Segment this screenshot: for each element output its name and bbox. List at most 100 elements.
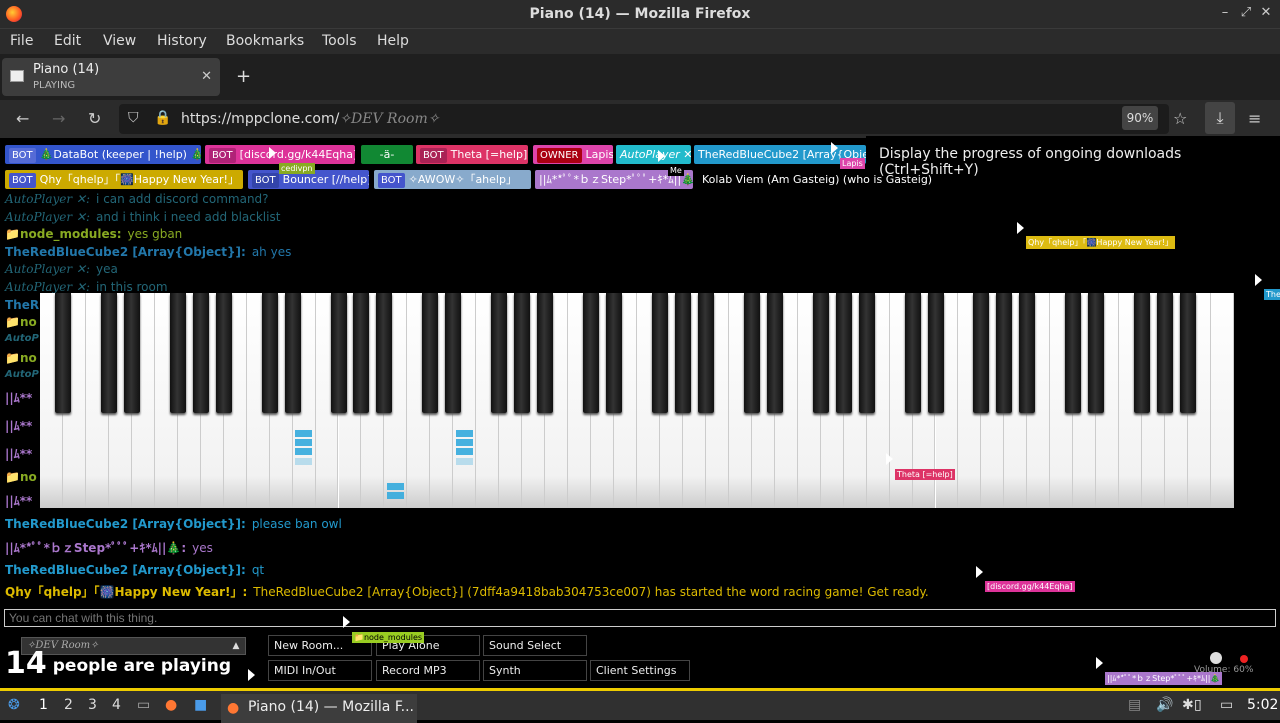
piano-keyboard[interactable] bbox=[40, 293, 1234, 508]
piano-black-key[interactable] bbox=[261, 293, 278, 413]
piano-black-key[interactable] bbox=[766, 293, 783, 413]
piano-black-key[interactable] bbox=[651, 293, 668, 413]
piano-black-key[interactable] bbox=[514, 293, 531, 413]
piano-black-key[interactable] bbox=[583, 293, 600, 413]
chat-message: AutoPlayer ✕: i can add discord command? bbox=[5, 192, 269, 206]
piano-black-key[interactable] bbox=[123, 293, 140, 413]
menu-tools[interactable]: Tools bbox=[322, 33, 357, 49]
forward-button[interactable]: → bbox=[52, 109, 65, 128]
terminal-icon[interactable]: ■ bbox=[194, 697, 207, 713]
menu-file[interactable]: File bbox=[10, 33, 33, 49]
piano-black-key[interactable] bbox=[606, 293, 623, 413]
user-badge[interactable]: BOT Theta [=help] bbox=[416, 145, 528, 164]
bookmark-star-icon[interactable]: ☆ bbox=[1173, 109, 1187, 128]
synth-button[interactable]: Synth bbox=[483, 660, 587, 681]
piano-black-key[interactable] bbox=[215, 293, 232, 413]
clipboard-icon[interactable]: ▤ bbox=[1128, 697, 1141, 713]
piano-black-key[interactable] bbox=[1088, 293, 1105, 413]
shield-icon[interactable]: ⛉ bbox=[128, 110, 139, 126]
notes-icon[interactable]: ▯ bbox=[1194, 697, 1202, 713]
piano-white-key[interactable] bbox=[1211, 293, 1234, 508]
start-menu-icon[interactable]: ❂ bbox=[8, 697, 20, 713]
new-tab-button[interactable]: + bbox=[236, 66, 251, 87]
workspace-2[interactable]: 2 bbox=[64, 697, 73, 713]
menu-help[interactable]: Help bbox=[377, 33, 409, 49]
user-badge[interactable]: BOT ✧AWOW✧「ahelp」 bbox=[374, 170, 531, 189]
chat-message: AutoPlayer ✕: and i think i need add blac… bbox=[5, 209, 281, 224]
firefox-launcher-icon[interactable]: ● bbox=[165, 697, 177, 713]
user-badge[interactable]: BOT [discord.gg/k44Eqha] bbox=[205, 145, 355, 164]
file-manager-icon[interactable]: ▭ bbox=[137, 697, 150, 713]
minimize-button[interactable]: – bbox=[1217, 5, 1233, 23]
record-mp3-button[interactable]: Record MP3 bbox=[376, 660, 480, 681]
close-window-button[interactable]: ✕ bbox=[1258, 5, 1274, 23]
tab-close-icon[interactable]: ✕ bbox=[201, 69, 212, 84]
piano-black-key[interactable] bbox=[904, 293, 921, 413]
taskbar-window-firefox[interactable]: ● Piano (14) — Mozilla F... bbox=[221, 694, 417, 723]
reload-button[interactable]: ↻ bbox=[88, 109, 101, 128]
cursor-icon bbox=[658, 150, 665, 162]
piano-black-key[interactable] bbox=[1134, 293, 1151, 413]
user-badge[interactable]: BOT Qhy「qhelp」「🎆Happy New Year!」 bbox=[5, 170, 243, 189]
record-indicator-icon bbox=[1240, 655, 1248, 663]
maximize-button[interactable]: ⤢ bbox=[1238, 5, 1254, 23]
user-badge[interactable]: -ä- bbox=[361, 145, 413, 164]
cursor-icon bbox=[831, 142, 838, 154]
piano-black-key[interactable] bbox=[674, 293, 691, 413]
cursor-icon bbox=[1096, 657, 1103, 669]
display-icon[interactable]: ▭ bbox=[1220, 697, 1233, 713]
volume-icon[interactable]: 🔊 bbox=[1156, 697, 1173, 713]
piano-black-key[interactable] bbox=[54, 293, 71, 413]
piano-black-key[interactable] bbox=[100, 293, 117, 413]
zoom-level[interactable]: 90% bbox=[1122, 106, 1158, 130]
piano-black-key[interactable] bbox=[192, 293, 209, 413]
midi-button[interactable]: MIDI In/Out bbox=[268, 660, 372, 681]
piano-black-key[interactable] bbox=[996, 293, 1013, 413]
piano-black-key[interactable] bbox=[743, 293, 760, 413]
url-bar[interactable]: ⛉ 🔒 https://mppclone.com/✧DEV Room✧ bbox=[119, 104, 1169, 134]
piano-black-key[interactable] bbox=[284, 293, 301, 413]
piano-black-key[interactable] bbox=[1157, 293, 1174, 413]
cursor-icon bbox=[1255, 274, 1262, 286]
lock-icon[interactable]: 🔒 bbox=[154, 110, 171, 126]
bluetooth-icon[interactable]: ✱ bbox=[1182, 697, 1194, 713]
taskbar: ❂ 1 2 3 4 ▭ ● ■ ● Piano (14) — Mozilla F… bbox=[0, 688, 1280, 723]
menu-history[interactable]: History bbox=[157, 33, 207, 49]
user-badge[interactable]: OWNER Lapis bbox=[533, 145, 613, 164]
note-highlight bbox=[456, 439, 473, 446]
piano-black-key[interactable] bbox=[537, 293, 554, 413]
piano-black-key[interactable] bbox=[330, 293, 347, 413]
piano-black-key[interactable] bbox=[1065, 293, 1082, 413]
piano-black-key[interactable] bbox=[1180, 293, 1197, 413]
piano-black-key[interactable] bbox=[491, 293, 508, 413]
piano-black-key[interactable] bbox=[835, 293, 852, 413]
piano-black-key[interactable] bbox=[812, 293, 829, 413]
app-menu-button[interactable]: ≡ bbox=[1248, 109, 1261, 128]
piano-black-key[interactable] bbox=[927, 293, 944, 413]
piano-black-key[interactable] bbox=[445, 293, 462, 413]
workspace-4[interactable]: 4 bbox=[112, 697, 121, 713]
piano-black-key[interactable] bbox=[376, 293, 393, 413]
piano-black-key[interactable] bbox=[973, 293, 990, 413]
piano-black-key[interactable] bbox=[169, 293, 186, 413]
tab-piano[interactable]: Piano (14) PLAYING ✕ bbox=[2, 58, 220, 96]
client-settings-button[interactable]: Client Settings bbox=[590, 660, 690, 681]
back-button[interactable]: ← bbox=[16, 109, 29, 128]
sound-select-button[interactable]: Sound Select bbox=[483, 635, 587, 656]
menu-edit[interactable]: Edit bbox=[54, 33, 81, 49]
user-badge[interactable]: AutoPlayer ✕ bbox=[616, 145, 691, 164]
user-badge[interactable]: BOT 🎄DataBot (keeper | !help) 🎄 bbox=[5, 145, 201, 164]
chat-input[interactable] bbox=[4, 609, 1276, 627]
note-highlight bbox=[295, 439, 312, 446]
menu-bookmarks[interactable]: Bookmarks bbox=[226, 33, 304, 49]
volume-knob[interactable] bbox=[1210, 652, 1222, 664]
piano-black-key[interactable] bbox=[1019, 293, 1036, 413]
menu-view[interactable]: View bbox=[103, 33, 136, 49]
workspace-3[interactable]: 3 bbox=[88, 697, 97, 713]
download-icon[interactable]: ⤓ bbox=[1205, 102, 1235, 134]
piano-black-key[interactable] bbox=[422, 293, 439, 413]
piano-black-key[interactable] bbox=[697, 293, 714, 413]
piano-black-key[interactable] bbox=[353, 293, 370, 413]
workspace-1[interactable]: 1 bbox=[39, 697, 48, 713]
piano-black-key[interactable] bbox=[858, 293, 875, 413]
